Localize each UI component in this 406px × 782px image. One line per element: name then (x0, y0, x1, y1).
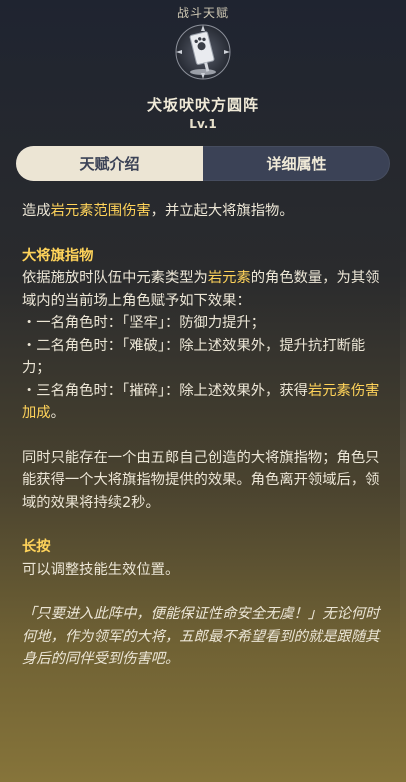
talent-description: 造成岩元素范围伤害，并立起大将旗指物。 大将旗指物 依据施放时队伍中元素类型为岩… (22, 200, 384, 671)
flavor-quote: 「只要进入此阵中，便能保证性命安全无虞！」无论何时何地，作为领军的大将，五郎最不… (22, 606, 380, 667)
section-title-hold: 长按 (22, 539, 51, 555)
rule-paragraph: 同时只能存在一个由五郎自己创造的大将旗指物；角色只能获得一个大将旗指物提供的效果… (22, 449, 380, 511)
intro-post: ，并立起大将旗指物。 (150, 203, 294, 219)
talent-header: 战斗天赋 犬坂吠吠方圆阵 Lv.1 天赋介绍 详细属性 (0, 0, 406, 190)
talent-category: 战斗天赋 (176, 6, 229, 20)
bullet-one: ・一名角色时：「坚牢」：防御力提升； (22, 315, 266, 331)
banner-flag-icon (175, 24, 231, 80)
section1-highlight: 岩元素 (207, 270, 251, 286)
bullet-two: ・二名角色时：「难破」：除上述效果外，提升抗打断能力； (22, 337, 366, 377)
talent-name: 犬坂吠吠方圆阵 (146, 96, 259, 114)
intro-line: 造成岩元素范围伤害，并立起大将旗指物。 (22, 200, 384, 223)
tab-detailed-attributes[interactable]: 详细属性 (203, 146, 390, 181)
tab-talent-intro[interactable]: 天赋介绍 (16, 146, 203, 181)
bullet-three: ・三名角色时：「摧碎」：除上述效果外，获得岩元素伤害加成。 (22, 380, 384, 425)
section-title-banner: 大将旗指物 (22, 247, 94, 264)
scrollbar[interactable] (400, 215, 406, 705)
intro-pre: 造成 (22, 203, 51, 219)
intro-highlight: 岩元素范围伤害 (50, 203, 151, 219)
talent-icon-container (173, 22, 233, 82)
bullet3-post: 。 (50, 405, 65, 421)
tab-bar: 天赋介绍 详细属性 (16, 146, 390, 181)
section1-text: 依据施放时队伍中元素类型为岩元素的角色数量，为其领域内的当前场上角色赋予如下效果… (22, 267, 384, 312)
hold-text: 可以调整技能生效位置。 (22, 561, 180, 578)
section1-pre: 依据施放时队伍中元素类型为 (22, 270, 208, 286)
bullet3-pre: ・三名角色时：「摧碎」：除上述效果外，获得 (22, 382, 308, 399)
talent-level: Lv.1 (189, 117, 217, 131)
